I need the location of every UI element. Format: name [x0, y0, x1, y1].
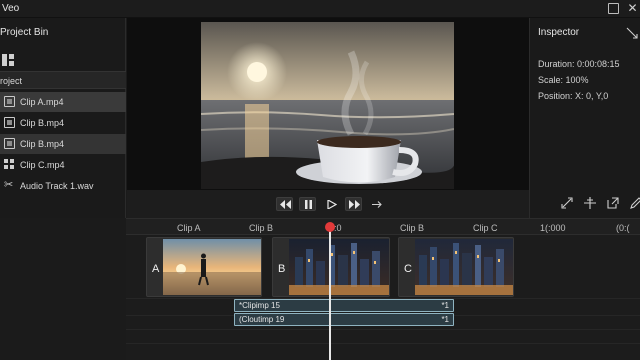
bin-item-clip-a[interactable]: Clip A.mp4 [0, 92, 126, 112]
play-button[interactable] [322, 197, 339, 211]
app-title: Veo [2, 3, 20, 14]
playhead-line[interactable] [329, 227, 331, 360]
clip-letter: B [278, 263, 286, 275]
clip-icon [4, 96, 15, 107]
clip-a-thumbnail [163, 239, 261, 295]
ruler-label: 1(:000 [540, 223, 566, 233]
bin-item-audio-track[interactable]: ✂ Audio Track 1.wav [0, 176, 126, 196]
timeline-panel: Clip A Clip B :0 Clip B Clip C 1(:000 (0… [126, 218, 640, 360]
bin-item-label: Clip A.mp4 [20, 97, 64, 107]
audio-clip-marker: *1 [441, 315, 449, 324]
audio-clip[interactable]: (Cloutimp 19 *1 [234, 313, 454, 326]
timeline-tools [530, 196, 640, 216]
clip-c-thumbnail [415, 239, 513, 295]
project-section-label: roject [0, 76, 23, 86]
audio-clip-label: (Cloutimp 19 [239, 315, 285, 324]
next-button[interactable] [368, 197, 385, 211]
maximize-icon[interactable] [608, 3, 619, 14]
playhead-handle[interactable] [325, 222, 335, 232]
play-icon [327, 200, 337, 209]
clip-b-thumbnail [289, 239, 389, 295]
audio-clip-marker: *1 [441, 301, 449, 310]
timeline-clip-a[interactable]: A [146, 237, 262, 297]
title-bar: Veo ✕ [0, 0, 640, 18]
project-bin-panel: Project Bin roject Clip A.mp4 Clip B.mp4… [0, 18, 126, 218]
inspector-panel: Inspector Duration: 0:00:08:15 Scale: 10… [529, 18, 640, 218]
close-icon[interactable]: ✕ [627, 2, 638, 14]
grid-icon [4, 159, 15, 170]
track-divider [126, 329, 640, 330]
bin-item-label: Audio Track 1.wav [20, 181, 94, 191]
timeline-ruler[interactable]: Clip A Clip B :0 Clip B Clip C 1(:000 (0… [126, 219, 640, 235]
ruler-label: Clip B [400, 223, 425, 233]
project-bin-title: Project Bin [0, 27, 49, 38]
clip-letter: C [404, 263, 412, 275]
clip-icon [4, 117, 15, 128]
transport-controls [127, 190, 529, 218]
ruler-label: Clip B [249, 223, 274, 233]
timeline-clip-b[interactable]: B [272, 237, 390, 297]
scale-value: Scale: 100% [538, 75, 589, 85]
rewind-button[interactable] [276, 197, 293, 211]
ruler-label: Clip A [177, 223, 201, 233]
project-section-header[interactable]: roject [0, 71, 126, 89]
audio-icon: ✂ [4, 179, 14, 191]
ruler-label: (0:( [616, 223, 630, 233]
position-value: Position: X: 0, Y,0 [538, 91, 609, 101]
bin-view-icon[interactable] [2, 54, 16, 66]
export-icon[interactable] [606, 196, 620, 210]
clip-letter: A [152, 263, 160, 275]
bin-item-clip-b-2[interactable]: Clip B.mp4 [0, 134, 126, 154]
ruler-label: Clip C [473, 223, 498, 233]
audio-clip-label: *Clipimp 15 [239, 301, 280, 310]
audio-clip[interactable]: *Clipimp 15 *1 [234, 299, 454, 312]
pause-button[interactable] [299, 197, 316, 211]
rewind-icon [280, 200, 291, 209]
pause-icon [305, 200, 312, 209]
bin-item-clip-b[interactable]: Clip B.mp4 [0, 113, 126, 133]
bin-item-label: Clip B.mp4 [20, 139, 65, 149]
timeline-clip-c[interactable]: C [398, 237, 514, 297]
track-divider [126, 343, 640, 344]
inspector-title: Inspector [538, 27, 580, 38]
pen-icon[interactable] [629, 196, 640, 210]
link-icon[interactable] [560, 196, 574, 210]
preview-frame[interactable] [201, 22, 454, 189]
expand-icon[interactable] [626, 27, 638, 39]
bin-item-label: Clip B.mp4 [20, 118, 65, 128]
clip-icon [4, 138, 15, 149]
bin-item-clip-c[interactable]: Clip C.mp4 [0, 155, 126, 175]
arrow-right-icon [372, 201, 382, 208]
duration-value: Duration: 0:00:08:15 [538, 59, 620, 69]
fast-forward-icon [349, 200, 360, 209]
ruler-label: :0 [334, 223, 342, 233]
split-icon[interactable] [583, 196, 597, 210]
bin-item-label: Clip C.mp4 [20, 160, 65, 170]
fast-forward-button[interactable] [345, 197, 362, 211]
video-viewer [127, 18, 529, 190]
